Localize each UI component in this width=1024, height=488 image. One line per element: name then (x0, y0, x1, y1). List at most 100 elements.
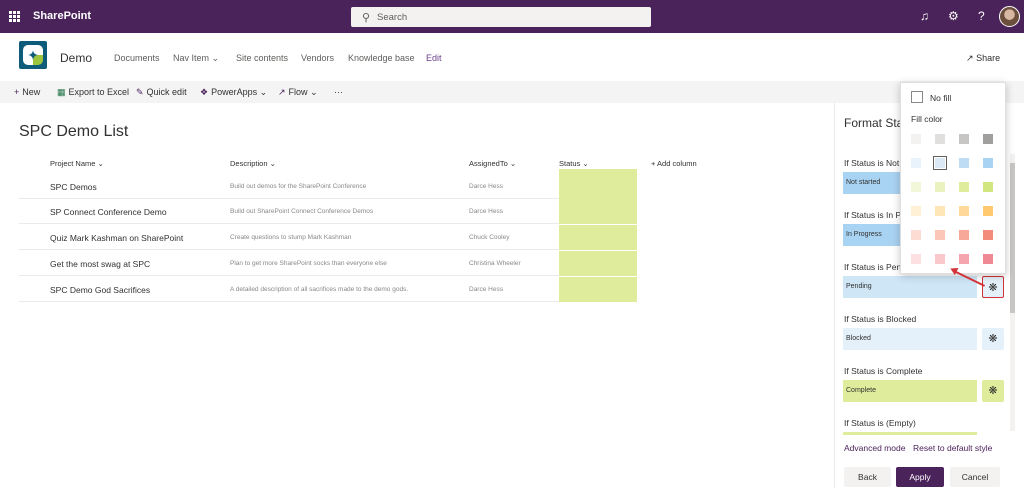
chevron-down-icon: ⌄ (509, 159, 517, 168)
rule-label-not-started: If Status is Not (844, 158, 900, 168)
color-swatch[interactable] (983, 134, 993, 144)
search-box[interactable]: ⚲ Search (351, 7, 651, 27)
excel-icon: ▦ (57, 87, 66, 97)
paint-bucket-icon: ❋ (988, 333, 998, 345)
project-name[interactable]: SP Connect Conference Demo (50, 207, 167, 217)
color-swatch[interactable] (935, 206, 945, 216)
flow-button[interactable]: ↗ Flow ⌄ (278, 87, 318, 98)
assigned-to: Darce Hess (469, 208, 503, 215)
project-name[interactable]: Quiz Mark Kashman on SharePoint (50, 233, 183, 243)
column-header-project-name[interactable]: Project Name ⌄ (50, 159, 104, 168)
powerapps-icon: ❖ (200, 87, 209, 97)
color-swatch[interactable] (911, 134, 921, 144)
color-swatch[interactable] (911, 182, 921, 192)
color-swatch[interactable] (911, 158, 921, 168)
share-icon: ↗ (966, 53, 974, 63)
chevron-down-icon: ⌄ (582, 159, 589, 168)
color-swatch[interactable] (935, 182, 945, 192)
paint-bucket-button-pending[interactable]: ❋ (982, 276, 1004, 298)
reset-default-style-link[interactable]: Reset to default style (913, 443, 992, 453)
quick-edit-button[interactable]: ✎ Quick edit (136, 87, 187, 98)
rule-preview-blocked[interactable]: Blocked (843, 328, 977, 350)
rule-label-complete: If Status is Complete (844, 366, 923, 376)
color-swatch[interactable] (959, 158, 969, 168)
app-brand[interactable]: SharePoint (33, 10, 91, 22)
pane-scrollbar-thumb[interactable] (1010, 163, 1015, 313)
assigned-to: Chuck Cooley (469, 234, 510, 241)
back-button[interactable]: Back (844, 467, 891, 487)
rule-preview-empty[interactable] (843, 432, 977, 435)
project-name[interactable]: SPC Demo God Sacrifices (50, 285, 150, 295)
status-cell (559, 199, 637, 224)
color-swatch[interactable] (983, 206, 993, 216)
status-cell (559, 277, 637, 302)
powerapps-button[interactable]: ❖ PowerApps ⌄ (200, 87, 267, 98)
nav-documents[interactable]: Documents (114, 53, 160, 63)
color-swatch[interactable] (935, 254, 945, 264)
paint-bucket-icon: ❋ (988, 385, 998, 397)
table-row[interactable]: SPC Demo God Sacrifices A detailed descr… (19, 277, 637, 302)
add-column-button[interactable]: + Add column (651, 159, 697, 168)
pane-title: Format Sta (844, 116, 904, 130)
color-swatch[interactable] (959, 134, 969, 144)
column-header-description[interactable]: Description ⌄ (230, 159, 276, 168)
color-swatch[interactable] (983, 230, 993, 240)
table-row[interactable]: Get the most swag at SPC Plan to get mor… (19, 251, 637, 276)
list-title: SPC Demo List (19, 123, 129, 140)
color-swatch[interactable] (983, 254, 993, 264)
paint-bucket-button-blocked[interactable]: ❋ (982, 328, 1004, 350)
color-swatch[interactable] (959, 206, 969, 216)
chevron-down-icon: ⌄ (310, 87, 318, 97)
site-logo[interactable] (19, 41, 47, 69)
no-fill-checkbox[interactable] (911, 91, 923, 103)
description: Build out demos for the SharePoint Confe… (230, 183, 367, 190)
advanced-mode-link[interactable]: Advanced mode (844, 443, 905, 453)
more-button[interactable]: ··· (334, 87, 343, 97)
table-row[interactable]: Quiz Mark Kashman on SharePoint Create q… (19, 225, 637, 250)
export-excel-button[interactable]: ▦ Export to Excel (57, 87, 129, 98)
column-header-status[interactable]: Status ⌄ (559, 159, 589, 168)
project-name[interactable]: SPC Demos (50, 182, 97, 192)
flow-icon: ↗ (278, 87, 286, 97)
site-header: Demo Documents Nav Item ⌄ Site contents … (0, 33, 1024, 81)
color-swatch[interactable] (959, 182, 969, 192)
color-picker-popup: No fill Fill color (900, 82, 1006, 274)
description: Create questions to stump Mark Kashman (230, 234, 352, 241)
new-button[interactable]: + New (14, 87, 40, 97)
apply-button[interactable]: Apply (896, 467, 944, 487)
nav-edit[interactable]: Edit (426, 53, 442, 63)
column-header-assignedto[interactable]: AssignedTo ⌄ (469, 159, 516, 168)
rule-preview-complete[interactable]: Complete (843, 380, 977, 402)
rule-label-empty: If Status is (Empty) (844, 418, 916, 428)
paint-bucket-button-complete[interactable]: ❋ (982, 380, 1004, 402)
assigned-to: Christina Wheeler (469, 260, 521, 267)
share-button[interactable]: ↗ Share (966, 53, 1000, 64)
table-row[interactable]: SPC Demos Build out demos for the ShareP… (19, 174, 637, 199)
command-bar: + New ▦ Export to Excel ✎ Quick edit ❖ Power… (0, 81, 1024, 103)
help-icon[interactable]: ? (978, 9, 985, 23)
color-swatch[interactable] (911, 230, 921, 240)
nav-nav-item[interactable]: Nav Item ⌄ (173, 53, 219, 64)
nav-knowledge-base[interactable]: Knowledge base (348, 53, 415, 63)
color-swatch[interactable] (959, 254, 969, 264)
site-title[interactable]: Demo (60, 51, 92, 65)
color-swatch[interactable] (935, 134, 945, 144)
color-swatch[interactable] (935, 230, 945, 240)
table-row[interactable]: SP Connect Conference Demo Build out Sha… (19, 199, 637, 224)
waffle-icon[interactable] (9, 11, 20, 22)
color-swatch[interactable] (983, 182, 993, 192)
color-swatch[interactable] (959, 230, 969, 240)
avatar[interactable] (999, 6, 1020, 27)
color-swatch[interactable] (911, 206, 921, 216)
cancel-button[interactable]: Cancel (950, 467, 1000, 487)
nav-site-contents[interactable]: Site contents (236, 53, 288, 63)
rule-preview-pending[interactable]: Pending (843, 276, 977, 298)
color-swatch[interactable] (911, 254, 921, 264)
color-swatch[interactable] (933, 156, 947, 170)
bell-icon[interactable]: ♫ (920, 9, 929, 23)
gear-icon[interactable]: ⚙ (948, 9, 959, 23)
project-name[interactable]: Get the most swag at SPC (50, 259, 150, 269)
color-swatch[interactable] (983, 158, 993, 168)
nav-vendors[interactable]: Vendors (301, 53, 334, 63)
status-cell (559, 251, 637, 276)
